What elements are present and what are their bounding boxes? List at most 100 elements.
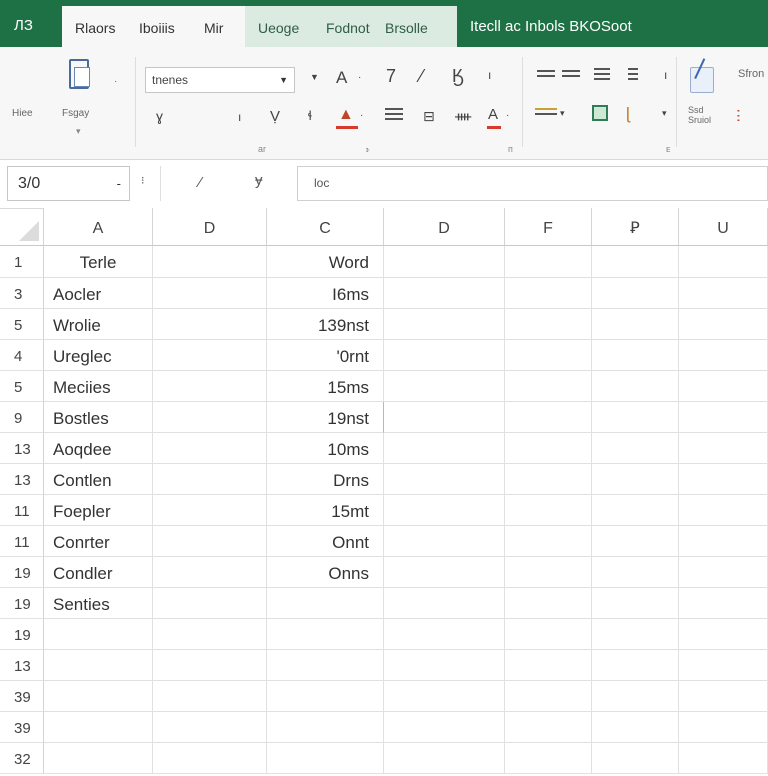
cell[interactable]: 15mt bbox=[267, 495, 384, 526]
cell[interactable] bbox=[592, 557, 679, 588]
cell[interactable]: Onns bbox=[267, 557, 384, 588]
fill-color-icon[interactable]: ▲ bbox=[338, 107, 354, 123]
sort-filter-button[interactable]: Ssd Sruiol bbox=[688, 105, 728, 125]
row-header[interactable]: 19 bbox=[0, 557, 44, 588]
cell[interactable] bbox=[44, 743, 153, 774]
cell[interactable] bbox=[384, 681, 505, 712]
conditional-format-icon[interactable] bbox=[690, 58, 720, 93]
format-table-icon[interactable] bbox=[592, 105, 608, 121]
cell[interactable] bbox=[679, 681, 768, 712]
column-header[interactable]: F bbox=[505, 208, 592, 246]
cell[interactable]: '0rnt bbox=[267, 340, 384, 371]
cell[interactable] bbox=[153, 246, 267, 278]
cell[interactable] bbox=[267, 619, 384, 650]
cell[interactable] bbox=[153, 588, 267, 619]
row-header[interactable]: 39 bbox=[0, 681, 44, 712]
cell[interactable] bbox=[505, 309, 592, 340]
column-header[interactable]: D bbox=[384, 208, 505, 246]
cell[interactable] bbox=[505, 681, 592, 712]
row-header[interactable]: 13 bbox=[0, 650, 44, 681]
cell[interactable] bbox=[505, 340, 592, 371]
paste-dropdown-icon[interactable]: ▾ bbox=[76, 127, 81, 136]
cell[interactable]: Meciies bbox=[44, 371, 153, 402]
cell[interactable] bbox=[384, 371, 505, 402]
cell[interactable] bbox=[592, 309, 679, 340]
cell[interactable] bbox=[153, 371, 267, 402]
cell[interactable]: 139nst bbox=[267, 309, 384, 340]
tab-5[interactable]: Brsolle bbox=[385, 6, 428, 47]
cell[interactable] bbox=[592, 340, 679, 371]
underline-button[interactable]: Ӄ bbox=[452, 67, 464, 85]
cell[interactable] bbox=[679, 588, 768, 619]
cell[interactable]: Aocler bbox=[44, 278, 153, 309]
cell[interactable] bbox=[592, 464, 679, 495]
cell[interactable] bbox=[44, 712, 153, 743]
cell[interactable]: 19nst bbox=[267, 402, 384, 433]
cell[interactable] bbox=[679, 495, 768, 526]
cell[interactable]: 15ms bbox=[267, 371, 384, 402]
cell[interactable] bbox=[505, 371, 592, 402]
cell[interactable] bbox=[384, 712, 505, 743]
cell[interactable] bbox=[153, 464, 267, 495]
cell[interactable] bbox=[592, 743, 679, 774]
cell-styles-icon[interactable]: ɭ bbox=[626, 105, 630, 122]
cell[interactable] bbox=[384, 309, 505, 340]
cell[interactable] bbox=[592, 433, 679, 464]
cell[interactable] bbox=[384, 246, 505, 278]
name-box[interactable]: 3/0 - bbox=[7, 166, 130, 201]
cell[interactable] bbox=[592, 371, 679, 402]
cell[interactable]: Drns bbox=[267, 464, 384, 495]
cell[interactable]: Conrter bbox=[44, 526, 153, 557]
cell[interactable] bbox=[267, 712, 384, 743]
cell[interactable] bbox=[679, 278, 768, 309]
cell[interactable] bbox=[44, 650, 153, 681]
cell[interactable] bbox=[384, 588, 505, 619]
cell[interactable]: I6ms bbox=[267, 278, 384, 309]
paste-button[interactable]: Fsgay bbox=[62, 109, 89, 119]
cell[interactable] bbox=[592, 246, 679, 278]
cell[interactable] bbox=[592, 402, 679, 433]
cell[interactable] bbox=[505, 619, 592, 650]
cancel-icon[interactable]: ⁄ bbox=[199, 175, 202, 190]
cell[interactable] bbox=[384, 650, 505, 681]
cell[interactable] bbox=[505, 588, 592, 619]
strike-button[interactable]: ɣ bbox=[156, 109, 163, 123]
align-bottom-icon[interactable] bbox=[594, 65, 610, 83]
column-header[interactable]: Ꝑ bbox=[592, 208, 679, 246]
font-size-dropdown-icon[interactable]: ▼ bbox=[310, 73, 319, 82]
cell[interactable]: Senties bbox=[44, 588, 153, 619]
enter-icon[interactable]: ɏ bbox=[255, 173, 263, 188]
cell[interactable] bbox=[384, 619, 505, 650]
cell[interactable]: Ureglec bbox=[44, 340, 153, 371]
column-header[interactable]: C bbox=[267, 208, 384, 246]
cell[interactable] bbox=[679, 650, 768, 681]
cell[interactable] bbox=[384, 278, 505, 309]
cell[interactable]: Contlen bbox=[44, 464, 153, 495]
cell[interactable] bbox=[153, 743, 267, 774]
cell[interactable]: Bostles bbox=[44, 402, 153, 433]
tab-4[interactable]: Fodnot bbox=[326, 6, 370, 47]
cell[interactable] bbox=[592, 588, 679, 619]
cell[interactable] bbox=[153, 650, 267, 681]
cell[interactable] bbox=[153, 681, 267, 712]
subscript-button[interactable]: Ṿ bbox=[270, 109, 280, 124]
column-header[interactable]: U bbox=[679, 208, 768, 246]
align-left-icon[interactable] bbox=[385, 105, 403, 123]
cell[interactable] bbox=[505, 650, 592, 681]
cell[interactable] bbox=[44, 619, 153, 650]
cell[interactable] bbox=[153, 712, 267, 743]
cell[interactable]: Condler bbox=[44, 557, 153, 588]
cell[interactable] bbox=[153, 402, 267, 433]
select-all-corner[interactable] bbox=[0, 208, 44, 246]
cell[interactable] bbox=[592, 619, 679, 650]
cell[interactable] bbox=[679, 371, 768, 402]
cell[interactable] bbox=[592, 495, 679, 526]
cell[interactable] bbox=[384, 557, 505, 588]
row-header[interactable]: 13 bbox=[0, 433, 44, 464]
column-header[interactable]: D bbox=[153, 208, 267, 246]
cell[interactable] bbox=[153, 278, 267, 309]
font-name-select[interactable]: tnenes ▼ bbox=[145, 67, 295, 93]
tab-0[interactable]: Rlaors bbox=[75, 6, 115, 47]
tab-3[interactable]: Ueoge bbox=[258, 6, 299, 47]
cell[interactable]: Terle bbox=[44, 246, 153, 278]
